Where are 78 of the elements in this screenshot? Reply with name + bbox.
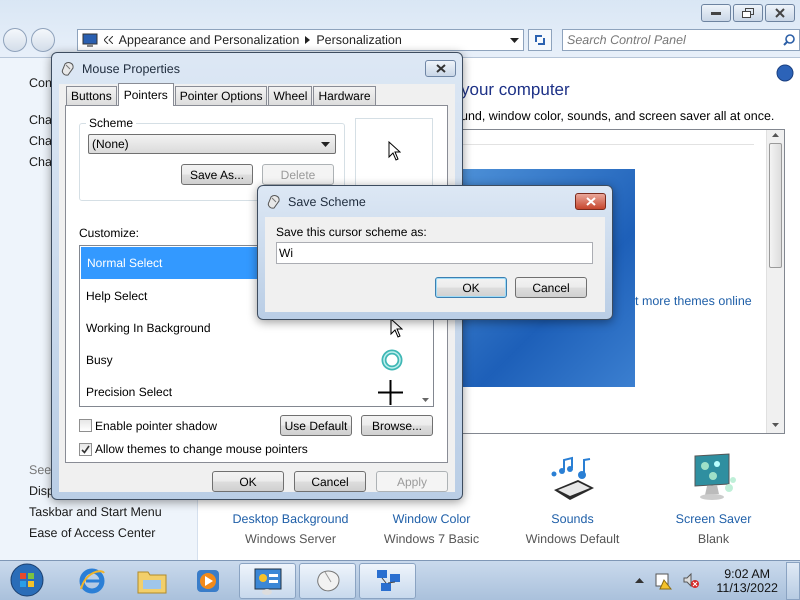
breadcrumb-link[interactable]: Personalization	[316, 33, 402, 47]
search-icon	[783, 34, 795, 46]
clock-date: 11/13/2022	[716, 580, 778, 594]
close-button[interactable]	[425, 60, 456, 77]
close-icon	[436, 64, 446, 73]
tab[interactable]: Pointers	[118, 83, 174, 106]
tab[interactable]: Buttons	[66, 86, 117, 105]
more-themes-link[interactable]: t more themes online	[635, 294, 752, 308]
arrow-cursor-icon	[388, 141, 400, 161]
crosshair-icon	[378, 380, 403, 404]
setting-link[interactable]: Screen Saver	[676, 512, 752, 526]
start-button[interactable]	[8, 562, 46, 600]
group-label: Scheme	[86, 116, 136, 130]
close-button[interactable]	[575, 193, 606, 210]
speaker-muted-icon[interactable]	[682, 572, 700, 590]
minimize-button[interactable]	[701, 4, 731, 22]
search-field[interactable]: Search Control Panel	[562, 29, 800, 51]
scroll-down-icon[interactable]	[772, 423, 779, 427]
checkbox-label[interactable]: Allow themes to change mouse pointers	[95, 442, 308, 456]
checkbox[interactable]	[79, 442, 92, 456]
dropdown-arrow-icon	[321, 142, 330, 146]
double-chevron-icon	[104, 36, 113, 44]
address-bar[interactable]: Appearance and Personalization Personalization	[76, 29, 524, 51]
close-icon	[775, 8, 785, 18]
setting-value: Windows 7 Basic	[384, 532, 480, 546]
mouse-icon	[60, 60, 76, 76]
close-icon	[586, 197, 596, 206]
tab[interactable]: Hardware	[313, 86, 376, 105]
sidebar-link[interactable]: Ease of Access Center	[29, 526, 197, 540]
refresh-icon	[533, 33, 548, 47]
cursor-list-item[interactable]: Precision Select	[80, 376, 433, 406]
dialog-title: Save Scheme	[288, 194, 366, 208]
dropdown-arrow-icon	[510, 38, 520, 42]
breadcrumb-arrow-icon	[305, 36, 310, 44]
dialog-button[interactable]: OK	[435, 277, 507, 298]
show-hidden-icons-icon[interactable]	[635, 578, 644, 583]
dialog-button[interactable]: OK	[212, 471, 284, 492]
sidebar-link[interactable]: Taskbar and Start Menu	[29, 505, 197, 519]
control-panel-taskbar-button[interactable]	[239, 562, 296, 598]
scrollbar[interactable]	[766, 130, 784, 433]
network-warning-icon[interactable]	[654, 572, 672, 590]
monitor-icon	[82, 32, 98, 48]
control-panel-icon	[252, 566, 282, 596]
tab[interactable]: Wheel	[268, 86, 312, 105]
scheme-button[interactable]: Save As...	[181, 164, 253, 185]
scheme-name-field[interactable]: Wi	[276, 242, 593, 264]
checkbox[interactable]	[79, 419, 92, 432]
dialog-button[interactable]: Cancel	[294, 471, 366, 492]
minimize-icon	[711, 10, 721, 14]
close-button[interactable]	[765, 4, 795, 22]
network-taskbar-button[interactable]	[359, 562, 416, 598]
prompt-label: Save this cursor scheme as:	[276, 225, 428, 239]
cursor-button[interactable]: Browse...	[361, 415, 433, 436]
breadcrumb-link[interactable]: Appearance and Personalization	[118, 33, 300, 47]
setting-value: Windows Default	[526, 532, 620, 546]
dialog-title: Mouse Properties	[82, 62, 180, 76]
customize-label: Customize:	[79, 226, 140, 240]
restore-icon	[742, 8, 754, 18]
restore-button[interactable]	[733, 4, 763, 22]
busy-ring-icon	[381, 349, 403, 371]
scheme-dropdown[interactable]: (None)	[88, 134, 336, 154]
setting-link[interactable]: Desktop Background	[232, 512, 349, 526]
tab[interactable]: Pointer Options	[174, 86, 268, 105]
scroll-down-icon[interactable]	[422, 398, 429, 402]
setting-value: Windows Server	[245, 532, 336, 546]
refresh-button[interactable]	[528, 29, 552, 51]
cursor-list-item[interactable]: Busy	[80, 344, 433, 376]
setting-value: Blank	[698, 532, 730, 546]
dialog-button[interactable]: Cancel	[515, 277, 587, 298]
cursor-button[interactable]: Use Default	[280, 415, 352, 436]
mouse-icon	[266, 194, 282, 210]
see-also-heading: See	[29, 463, 52, 477]
arrow-cursor-icon	[390, 318, 403, 338]
clock[interactable]: 9:02 AM 11/13/2022	[716, 566, 778, 594]
clock-time: 9:02 AM	[724, 566, 770, 580]
checkbox-label[interactable]: Enable pointer shadow	[95, 418, 218, 432]
setting-link[interactable]: Window Color	[392, 512, 470, 526]
setting-link[interactable]: Sounds	[551, 512, 594, 526]
